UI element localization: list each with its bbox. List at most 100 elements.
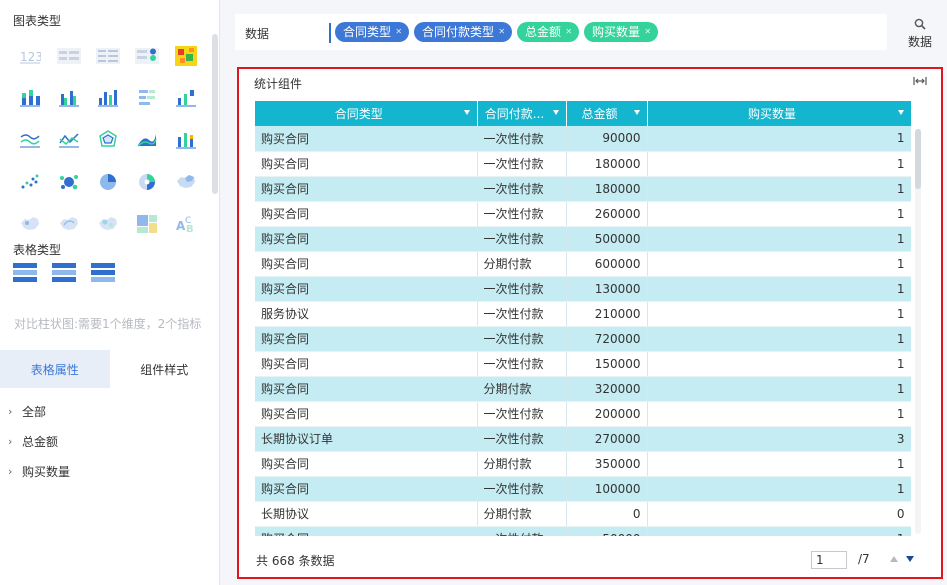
table-cell: 购买合同 xyxy=(255,226,478,252)
magnify-icon xyxy=(914,18,926,30)
table-cell: 350000 xyxy=(566,451,648,477)
tree-item-label: 全部 xyxy=(22,404,47,419)
close-icon[interactable]: ✕ xyxy=(565,22,572,42)
table-cell: 一次性付款 xyxy=(477,326,567,352)
column-header-payment-type[interactable]: 合同付款... xyxy=(477,101,567,126)
caret-down-icon[interactable] xyxy=(897,110,904,115)
range-bar-icon[interactable] xyxy=(166,82,205,114)
tree-item-label: 总金额 xyxy=(22,434,59,449)
table-cell: 150000 xyxy=(566,351,648,377)
column-header-total-amount[interactable]: 总金额 xyxy=(566,101,648,126)
table-scrollbar[interactable] xyxy=(915,129,921,534)
horizontal-bar-icon[interactable] xyxy=(127,82,166,114)
color-table-icon[interactable] xyxy=(127,40,166,72)
area-line-icon[interactable] xyxy=(10,124,49,156)
group-table-icon[interactable] xyxy=(13,263,37,285)
grouped-bar-icon[interactable] xyxy=(49,82,88,114)
scatter-icon[interactable] xyxy=(10,166,49,198)
table-row[interactable]: 购买合同 一次性付款 90000 1 xyxy=(255,126,911,152)
table-row[interactable]: 购买合同 一次性付款 100000 1 xyxy=(255,476,911,502)
table-row[interactable]: 长期协议 分期付款 0 0 xyxy=(255,501,911,527)
table-row[interactable]: 购买合同 分期付款 600000 1 xyxy=(255,251,911,277)
cross-table-type-icon[interactable] xyxy=(52,263,76,285)
tree-item-total-amount[interactable]: › 总金额 xyxy=(8,426,70,456)
field-pill-contract-type[interactable]: 合同类型 ✕ xyxy=(335,22,410,42)
table-row[interactable]: 长期协议订单 一次性付款 270000 3 xyxy=(255,426,911,452)
column-bar-icon[interactable] xyxy=(88,82,127,114)
column-header-contract-type[interactable]: 合同类型 xyxy=(255,101,478,126)
table-cell: 1 xyxy=(647,201,911,227)
pie-icon[interactable] xyxy=(88,166,127,198)
table-row[interactable]: 购买合同 分期付款 320000 1 xyxy=(255,376,911,402)
table-cell: 购买合同 xyxy=(255,451,478,477)
chevron-right-icon: › xyxy=(8,434,13,448)
column-header-purchase-quantity[interactable]: 购买数量 xyxy=(647,101,911,126)
table-cell: 一次性付款 xyxy=(477,526,567,536)
table-row[interactable]: 购买合同 分期付款 350000 1 xyxy=(255,451,911,477)
table-type-list xyxy=(13,263,115,285)
field-pill-payment-type[interactable]: 合同付款类型 ✕ xyxy=(414,22,513,42)
scrollbar-thumb[interactable] xyxy=(212,34,218,194)
tree-item-all[interactable]: › 全部 xyxy=(8,396,70,426)
data-button[interactable]: 数据 xyxy=(897,14,943,54)
expand-width-icon[interactable] xyxy=(913,76,927,86)
word-cloud-icon[interactable]: ACB xyxy=(166,208,205,240)
field-pill-total-amount[interactable]: 总金额 ✕ xyxy=(517,22,580,42)
table-row[interactable]: 服务协议 一次性付款 210000 1 xyxy=(255,301,911,327)
caret-down-icon[interactable] xyxy=(633,110,640,115)
scrollbar-thumb[interactable] xyxy=(915,129,921,189)
close-icon[interactable]: ✕ xyxy=(644,22,651,42)
table-row[interactable]: 购买合同 一次性付款 200000 1 xyxy=(255,401,911,427)
table-row[interactable]: 购买合同一次性付款500001 xyxy=(255,526,911,536)
map-icon[interactable] xyxy=(166,166,205,198)
detail-table-icon[interactable] xyxy=(88,40,127,72)
table-row[interactable]: 购买合同 一次性付款 720000 1 xyxy=(255,326,911,352)
table-cell: 1 xyxy=(647,151,911,177)
caret-down-icon[interactable] xyxy=(463,110,470,115)
curve-icon[interactable] xyxy=(127,124,166,156)
page-number-input[interactable] xyxy=(811,551,847,569)
chart-type-scrollbar[interactable] xyxy=(212,34,218,234)
table-cell: 3 xyxy=(647,426,911,452)
region-map-icon[interactable] xyxy=(10,208,49,240)
table-cell: 180000 xyxy=(566,151,648,177)
combo-bar-icon[interactable] xyxy=(166,124,205,156)
table-row[interactable]: 购买合同 一次性付款 180000 1 xyxy=(255,151,911,177)
cross-table-icon[interactable] xyxy=(49,40,88,72)
table-cell: 购买合同 xyxy=(255,526,478,536)
prev-page-icon[interactable] xyxy=(890,556,898,562)
table-row[interactable]: 购买合同 一次性付款 130000 1 xyxy=(255,276,911,302)
radar-icon[interactable] xyxy=(88,124,127,156)
next-page-icon[interactable] xyxy=(906,556,914,562)
tab-component-style[interactable]: 组件样式 xyxy=(109,350,219,388)
flow-map-icon[interactable] xyxy=(49,208,88,240)
heat-map-icon[interactable] xyxy=(88,208,127,240)
table-cell: 720000 xyxy=(566,326,648,352)
tree-item-purchase-quantity[interactable]: › 购买数量 xyxy=(8,456,70,486)
table-cell: 长期协议订单 xyxy=(255,426,478,452)
field-pill-purchase-quantity[interactable]: 购买数量 ✕ xyxy=(584,22,659,42)
tab-table-properties[interactable]: 表格属性 xyxy=(0,350,110,388)
treemap-icon[interactable] xyxy=(127,208,166,240)
table-row[interactable]: 购买合同 一次性付款 260000 1 xyxy=(255,201,911,227)
heatmap-icon[interactable] xyxy=(166,40,205,72)
data-table-wrap: 合同类型 合同付款... 总金额 购买数量 购买合同 一次性付款 90000 1 购买合… xyxy=(255,101,911,536)
table-cell: 1 xyxy=(647,276,911,302)
caret-down-icon[interactable] xyxy=(552,110,559,115)
table-row[interactable]: 购买合同 一次性付款 150000 1 xyxy=(255,351,911,377)
close-icon[interactable]: ✕ xyxy=(498,22,505,42)
detail-table-type-icon[interactable] xyxy=(91,263,115,285)
close-icon[interactable]: ✕ xyxy=(395,22,402,42)
bubble-icon[interactable] xyxy=(49,166,88,198)
stacked-bar-icon[interactable] xyxy=(10,82,49,114)
widget-title: 统计组件 xyxy=(254,77,303,91)
table-cell: 130000 xyxy=(566,276,648,302)
table-row[interactable]: 购买合同 一次性付款 500000 1 xyxy=(255,226,911,252)
table-row[interactable]: 购买合同 一次性付款 180000 1 xyxy=(255,176,911,202)
donut-icon[interactable] xyxy=(127,166,166,198)
table-types-title: 表格类型 xyxy=(13,243,62,257)
line-icon[interactable] xyxy=(49,124,88,156)
number-icon[interactable]: 123 xyxy=(10,40,49,72)
data-label: 数据 xyxy=(245,27,270,41)
data-button-label: 数据 xyxy=(907,35,932,49)
